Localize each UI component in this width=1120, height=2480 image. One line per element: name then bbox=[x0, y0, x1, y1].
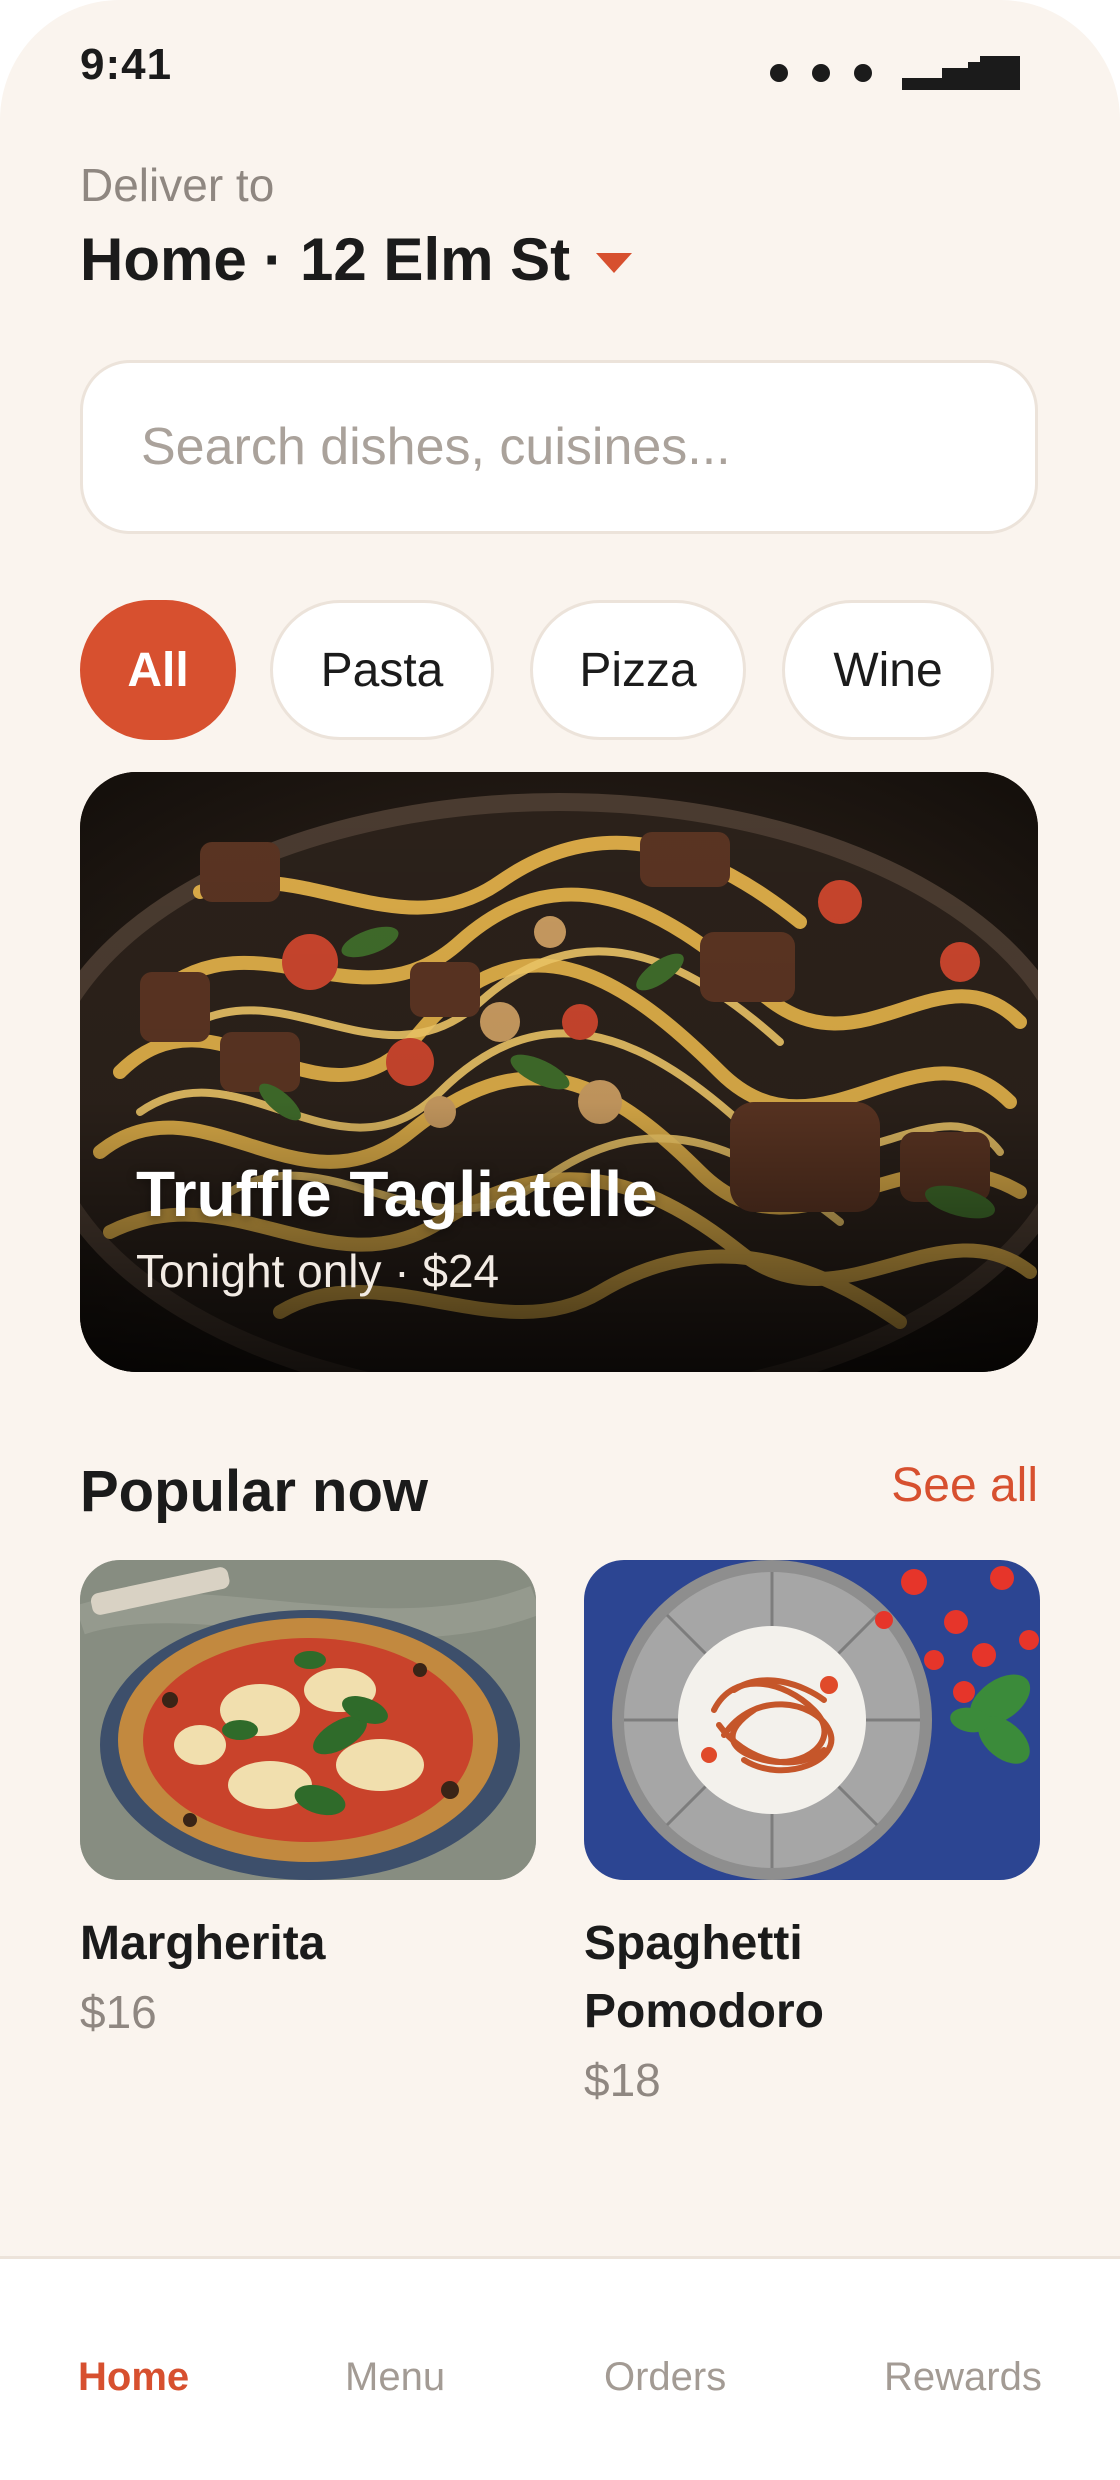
dish-name: Spaghetti Pomodoro bbox=[584, 1917, 824, 2038]
category-chip-wine[interactable]: Wine bbox=[782, 600, 994, 740]
nav-item-rewards[interactable]: Rewards bbox=[884, 2355, 1042, 2400]
nav-item-home[interactable]: Home bbox=[78, 2355, 189, 2400]
featured-dish-card[interactable]: Truffle Tagliatelle Tonight only · $24 bbox=[80, 772, 1038, 1372]
dish-price: $16 bbox=[80, 1986, 157, 2038]
chevron-down-icon[interactable] bbox=[596, 252, 633, 273]
bottom-nav: Home Menu Orders Rewards bbox=[0, 2256, 1120, 2480]
signal-dot-icon bbox=[770, 64, 788, 82]
chip-label: All bbox=[127, 643, 189, 697]
status-icons bbox=[770, 56, 1030, 90]
signal-dot-icon bbox=[812, 64, 830, 82]
signal-dot-icon bbox=[854, 64, 872, 82]
margherita-image bbox=[80, 1560, 536, 1880]
app-screen: 9:41 Deliver to Home · 12 Elm St All Pas… bbox=[0, 0, 1120, 2480]
status-time: 9:41 bbox=[80, 40, 173, 89]
chip-label: Pizza bbox=[579, 643, 697, 697]
chip-label: Wine bbox=[833, 643, 943, 697]
category-chip-all[interactable]: All bbox=[80, 600, 236, 740]
deliver-to-label: Deliver to bbox=[80, 159, 275, 211]
dish-card-margherita[interactable]: Margherita $16 bbox=[80, 1560, 536, 2046]
chip-label: Pasta bbox=[320, 643, 444, 697]
address-selector[interactable]: Home · 12 Elm St bbox=[80, 225, 633, 294]
category-chip-pasta[interactable]: Pasta bbox=[270, 600, 494, 740]
category-chip-pizza[interactable]: Pizza bbox=[530, 600, 746, 740]
dish-card-spaghetti-pomodoro[interactable]: Spaghetti Pomodoro $18 bbox=[584, 1560, 1040, 2114]
dish-price: $18 bbox=[584, 2054, 661, 2106]
nav-item-menu[interactable]: Menu bbox=[345, 2355, 445, 2400]
spaghetti-image bbox=[584, 1560, 1040, 1880]
search-input[interactable] bbox=[80, 360, 1038, 534]
see-all-link[interactable]: See all bbox=[891, 1458, 1038, 1513]
address-text: Home · 12 Elm St bbox=[80, 226, 571, 293]
featured-dish-subtitle: Tonight only · $24 bbox=[136, 1245, 500, 1297]
dish-name: Margherita bbox=[80, 1917, 326, 1970]
section-title: Popular now bbox=[80, 1459, 428, 1524]
nav-item-orders[interactable]: Orders bbox=[604, 2355, 726, 2400]
featured-dish-title: Truffle Tagliatelle bbox=[136, 1158, 658, 1230]
